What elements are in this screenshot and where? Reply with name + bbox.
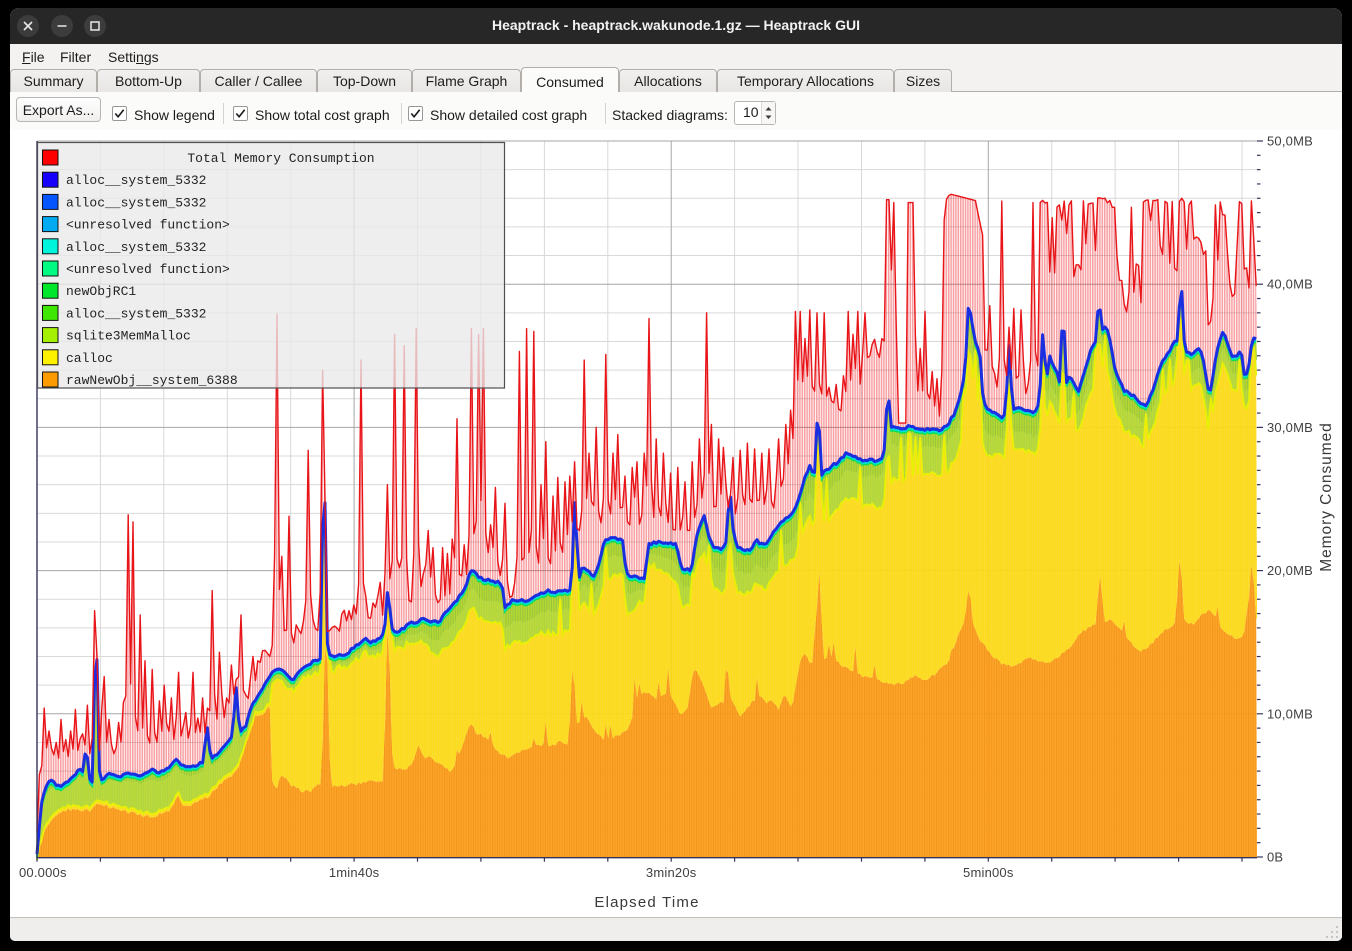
svg-text:1min40s: 1min40s bbox=[329, 865, 380, 880]
svg-text:calloc: calloc bbox=[66, 351, 113, 366]
svg-text:Elapsed Time: Elapsed Time bbox=[594, 894, 699, 911]
svg-text:<unresolved function>: <unresolved function> bbox=[66, 262, 230, 277]
svg-text:Memory Consumed: Memory Consumed bbox=[1318, 422, 1335, 572]
svg-text:10,0MB: 10,0MB bbox=[1267, 706, 1313, 721]
svg-text:0B: 0B bbox=[1267, 850, 1283, 865]
svg-text:alloc__system_5332: alloc__system_5332 bbox=[66, 173, 206, 188]
svg-text:alloc__system_5332: alloc__system_5332 bbox=[66, 240, 206, 255]
svg-text:40,0MB: 40,0MB bbox=[1267, 277, 1313, 292]
svg-text:alloc__system_5332: alloc__system_5332 bbox=[66, 306, 206, 321]
svg-text:00.000s: 00.000s bbox=[19, 865, 67, 880]
svg-text:30,0MB: 30,0MB bbox=[1267, 420, 1313, 435]
svg-text:newObjRC1: newObjRC1 bbox=[66, 284, 136, 299]
svg-text:5min00s: 5min00s bbox=[963, 865, 1014, 880]
svg-text:50,0MB: 50,0MB bbox=[1267, 134, 1313, 149]
svg-text:20,0MB: 20,0MB bbox=[1267, 563, 1313, 578]
svg-text:rawNewObj__system_6388: rawNewObj__system_6388 bbox=[66, 373, 238, 388]
svg-text:sqlite3MemMalloc: sqlite3MemMalloc bbox=[66, 329, 191, 344]
svg-text:Total Memory Consumption: Total Memory Consumption bbox=[187, 151, 374, 166]
svg-text:<unresolved function>: <unresolved function> bbox=[66, 218, 230, 233]
svg-text:alloc__system_5332: alloc__system_5332 bbox=[66, 195, 206, 210]
svg-text:3min20s: 3min20s bbox=[646, 865, 697, 880]
